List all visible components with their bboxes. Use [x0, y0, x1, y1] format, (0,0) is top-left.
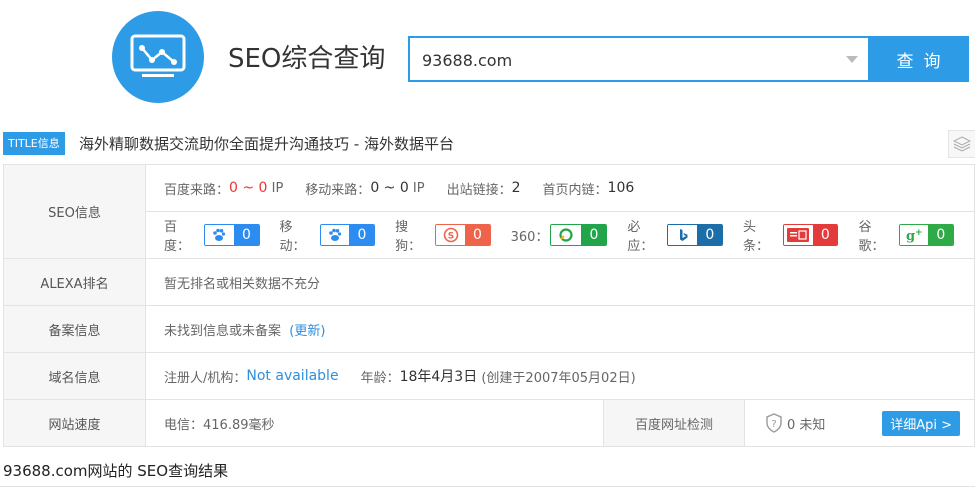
internal-links-value: 106: [607, 180, 635, 196]
engine-label: 360：: [510, 229, 549, 245]
alexa-row: ALEXA排名 暂无排名或相关数据不充分: [3, 258, 975, 306]
outbound-links-key: 出站链接：: [446, 182, 512, 198]
baidu-check-label: 百度网址检测: [634, 417, 713, 433]
baidu-traffic-key: 百度来路：: [164, 182, 230, 198]
domain-row: 域名信息 注册人/机构： Not available 年龄： 18年4月3日 (…: [3, 352, 975, 400]
mobile-traffic-value: 0 ~ 0: [370, 180, 409, 196]
engine-sogou: 搜狗： S 0: [395, 216, 491, 254]
engine-label: 百度：: [164, 220, 191, 254]
telecom-speed: 电信：416.89毫秒: [164, 417, 275, 433]
seo-info-label: SEO信息: [3, 164, 146, 259]
outbound-links-value: 2: [511, 180, 521, 196]
page-title-row: TITLE信息 海外精聊数据交流助你全面提升沟通技巧 - 海外数据平台: [0, 130, 975, 158]
baidu-traffic-unit: IP: [271, 180, 284, 196]
engine-360: 360： 0: [511, 224, 608, 246]
search-input[interactable]: [422, 48, 832, 72]
baidu-check-value: 0 未知: [787, 417, 826, 433]
brand-title: SEO综合查询: [228, 44, 386, 74]
engine-label: 必应：: [627, 220, 654, 254]
mobile-badge[interactable]: 0: [319, 224, 376, 246]
google-badge[interactable]: g + 0: [898, 224, 955, 246]
seo-traffic-cell: 百度来路： 0 ~ 0 IP 移动来路： 0 ~ 0 IP 出站链接： 2 首页…: [145, 164, 975, 212]
beian-label: 备案信息: [3, 305, 146, 353]
mobile-value: 0: [349, 225, 375, 245]
sogou-badge[interactable]: S 0: [435, 224, 491, 246]
svg-text:S: S: [447, 232, 453, 242]
title-tag: TITLE信息: [3, 132, 65, 155]
mobile-traffic-unit: IP: [412, 180, 425, 196]
bing-badge[interactable]: 0: [667, 224, 723, 246]
detail-api-button[interactable]: 详细Api >: [882, 410, 960, 436]
layers-icon[interactable]: [948, 130, 975, 158]
speed-cell: 电信：416.89毫秒 百度网址检测 ? 0 未知 详细Api >: [145, 399, 975, 447]
bing-value: 0: [697, 225, 722, 245]
age-value: 18年4月3日: [399, 369, 478, 385]
baidu-value: 0: [233, 225, 259, 245]
created-date: (创建于2007年05月02日): [481, 370, 636, 386]
shield-question-icon: ?: [765, 413, 783, 433]
sogou-icon: S: [436, 225, 466, 245]
360-icon: [551, 225, 582, 245]
svg-text:g: g: [906, 229, 915, 243]
beian-text: 未找到信息或未备案: [164, 323, 282, 339]
alexa-label: ALEXA排名: [3, 258, 146, 306]
engine-baidu: 百度： 0: [164, 216, 260, 254]
page-title: 海外精聊数据交流助你全面提升沟通技巧 - 海外数据平台: [79, 135, 454, 153]
mobile-traffic-key: 移动来路：: [305, 182, 371, 198]
engine-toutiao: 头条： 0: [743, 216, 839, 254]
seo-engines-row: 百度： 0 移动： 0 搜狗： S 0 360： 0 必应： 0 头条： 0 谷…: [4, 211, 975, 259]
paw-icon: [205, 225, 234, 245]
bing-icon: [668, 225, 698, 245]
svg-text:+: +: [915, 228, 923, 238]
search-button[interactable]: 查询: [868, 36, 969, 82]
domain-cell: 注册人/机构： Not available 年龄： 18年4月3日 (创建于20…: [145, 352, 975, 400]
baidu-traffic-value: 0 ~ 0: [229, 180, 268, 196]
internal-links-key: 首页内链：: [542, 182, 608, 198]
speed-row: 网站速度 电信：416.89毫秒 百度网址检测 ? 0 未知 详细Api >: [3, 399, 975, 447]
toutiao-badge[interactable]: 0: [782, 224, 839, 246]
alexa-cell: 暂无排名或相关数据不充分: [145, 258, 975, 306]
age-key: 年龄：: [360, 370, 400, 386]
domain-label: 域名信息: [3, 352, 146, 400]
registrant-link[interactable]: Not available: [246, 368, 338, 384]
gplus-icon: g +: [899, 225, 929, 245]
engine-label: 谷歌：: [858, 220, 885, 254]
toutiao-icon: [783, 225, 813, 245]
google-value: 0: [928, 225, 954, 245]
engine-label: 移动：: [279, 220, 306, 254]
divider: [0, 486, 975, 487]
beian-cell: 未找到信息或未备案 (更新): [145, 305, 975, 353]
engine-mobile: 移动： 0: [280, 216, 376, 254]
registrant-key: 注册人/机构：: [164, 370, 247, 386]
toutiao-value: 0: [812, 225, 838, 245]
engine-label: 搜狗：: [395, 220, 422, 254]
engine-bing: 必应： 0: [627, 216, 723, 254]
header: SEO综合查询 查询: [0, 0, 975, 120]
svg-text:?: ?: [771, 419, 776, 430]
search-box[interactable]: [408, 36, 868, 82]
baidu-badge[interactable]: 0: [204, 224, 260, 246]
engine-google: 谷歌： g + 0: [858, 216, 955, 254]
monitor-chart-icon: [130, 34, 186, 77]
beian-update-link[interactable]: (更新): [289, 320, 325, 339]
seo-info-row: SEO信息 百度来路： 0 ~ 0 IP 移动来路： 0 ~ 0 IP 出站链接…: [3, 164, 975, 259]
sogou-value: 0: [465, 225, 490, 245]
chevron-down-icon[interactable]: [846, 56, 858, 63]
paw-icon: [320, 225, 350, 245]
result-heading: 93688.com网站的 SEO查询结果: [3, 462, 229, 480]
seo-engines-cell: 百度： 0 移动： 0 搜狗： S 0 360： 0 必应： 0 头条： 0 谷…: [145, 211, 975, 259]
logo: [112, 11, 204, 103]
beian-row: 备案信息 未找到信息或未备案 (更新): [3, 305, 975, 353]
speed-label: 网站速度: [3, 399, 146, 447]
alexa-text: 暂无排名或相关数据不充分: [164, 276, 321, 292]
360-value: 0: [581, 225, 607, 245]
seo-info-table: SEO信息 百度来路： 0 ~ 0 IP 移动来路： 0 ~ 0 IP 出站链接…: [3, 164, 975, 447]
360-badge[interactable]: 0: [550, 224, 608, 246]
engine-label: 头条：: [742, 220, 769, 254]
